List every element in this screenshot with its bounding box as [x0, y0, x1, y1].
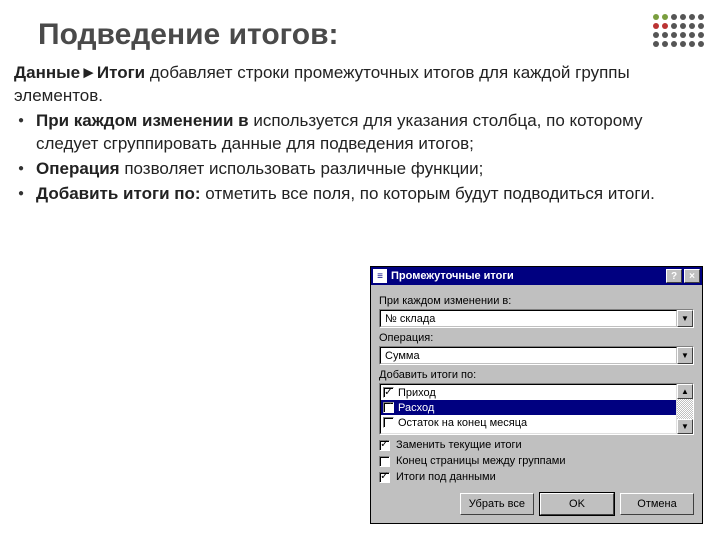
dialog-titlebar[interactable]: ≡ Промежуточные итоги ? ×: [371, 267, 702, 285]
group-by-label: При каждом изменении в:: [379, 295, 694, 307]
opt-pagebreak[interactable]: Конец страницы между группами: [379, 455, 694, 467]
dialog-body: При каждом изменении в: № склада Операци…: [371, 285, 702, 523]
ok-button[interactable]: OK: [540, 493, 614, 515]
fields-listbox[interactable]: ✓ Приход ✓ Расход Остаток на конец месяца ▲ …: [379, 383, 694, 435]
bullet-item: Добавить итоги по: отметить все поля, по…: [14, 183, 698, 206]
fields-list-inner: ✓ Приход ✓ Расход Остаток на конец месяца: [380, 384, 677, 434]
opt-replace[interactable]: ✓ Заменить текущие итоги: [379, 439, 694, 451]
bullet-item: При каждом изменении в используется для …: [14, 110, 698, 156]
intro-paragraph: Данные►Итоги добавляет строки промежуточ…: [14, 62, 698, 108]
opt-replace-label: Заменить текущие итоги: [396, 439, 522, 451]
slide-title: Подведение итогов:: [0, 0, 720, 52]
bullet-item: Операция позволяет использовать различны…: [14, 158, 698, 181]
operation-combo[interactable]: Сумма: [379, 346, 694, 365]
chevron-down-icon[interactable]: [677, 347, 693, 364]
scroll-down-icon[interactable]: ▼: [677, 419, 693, 434]
operation-label: Операция:: [379, 332, 694, 344]
checkbox-icon[interactable]: [383, 417, 394, 428]
bullet-list: При каждом изменении в используется для …: [14, 110, 698, 206]
app-icon: ≡: [373, 269, 387, 283]
scrollbar[interactable]: ▲ ▼: [677, 384, 693, 434]
add-totals-label: Добавить итоги по:: [379, 369, 694, 381]
button-row: Убрать все OK Отмена: [379, 493, 694, 515]
checkbox-icon[interactable]: [379, 456, 390, 467]
list-item-label: Остаток на конец месяца: [398, 417, 527, 429]
list-item-label: Расход: [398, 402, 434, 414]
list-item-label: Приход: [398, 387, 436, 399]
help-button[interactable]: ?: [666, 269, 682, 283]
subtotals-dialog: ≡ Промежуточные итоги ? × При каждом изм…: [370, 266, 703, 524]
opt-below[interactable]: ✓ Итоги под данными: [379, 471, 694, 483]
cancel-button[interactable]: Отмена: [620, 493, 694, 515]
list-item[interactable]: ✓ Расход: [381, 400, 676, 415]
checkbox-icon[interactable]: ✓: [383, 402, 394, 413]
checkbox-icon[interactable]: ✓: [379, 472, 390, 483]
list-item[interactable]: ✓ Приход: [381, 385, 676, 400]
chevron-down-icon[interactable]: [677, 310, 693, 327]
checkbox-icon[interactable]: ✓: [379, 440, 390, 451]
operation-value: Сумма: [380, 347, 677, 364]
close-button[interactable]: ×: [684, 269, 700, 283]
intro-bold: Данные►Итоги: [14, 63, 145, 82]
opt-pagebreak-label: Конец страницы между группами: [396, 455, 565, 467]
list-item[interactable]: Остаток на конец месяца: [381, 415, 676, 430]
dialog-title: Промежуточные итоги: [391, 270, 664, 282]
decor-dots: [653, 14, 704, 47]
opt-below-label: Итоги под данными: [396, 471, 496, 483]
scroll-track[interactable]: [677, 399, 693, 419]
remove-all-button[interactable]: Убрать все: [460, 493, 534, 515]
scroll-up-icon[interactable]: ▲: [677, 384, 693, 399]
group-by-value: № склада: [380, 310, 677, 327]
slide-content: Данные►Итоги добавляет строки промежуточ…: [0, 52, 720, 206]
group-by-combo[interactable]: № склада: [379, 309, 694, 328]
checkbox-icon[interactable]: ✓: [383, 387, 394, 398]
